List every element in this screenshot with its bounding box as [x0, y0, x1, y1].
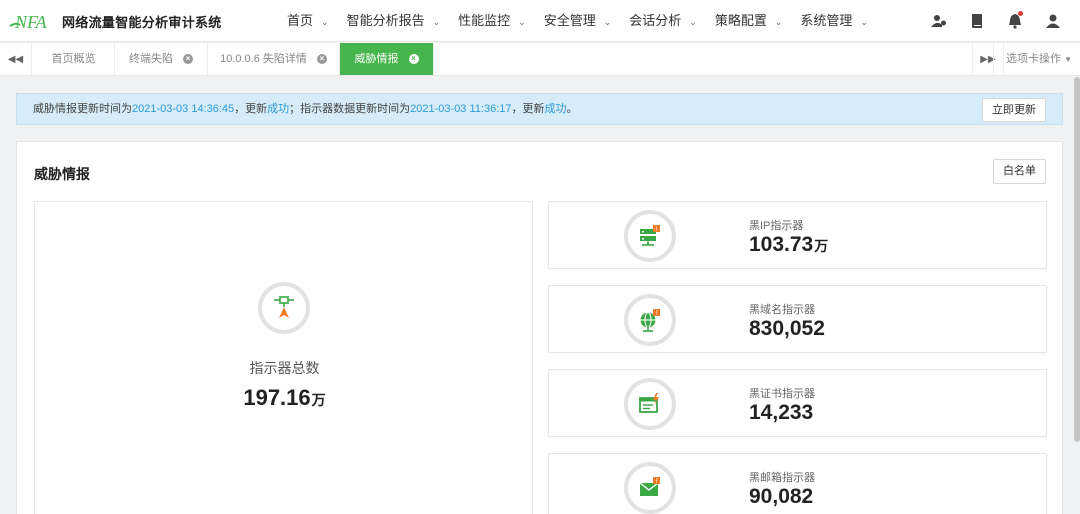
- chevron-down-icon: ⌄: [432, 17, 441, 27]
- server-icon: !: [624, 210, 676, 262]
- stat-number: 830,052: [749, 317, 825, 340]
- caret-down-icon: ▼: [1064, 55, 1072, 64]
- bell-icon[interactable]: [996, 0, 1034, 42]
- stat-value: 90,082: [749, 485, 814, 509]
- nav-label: 性能监控: [458, 13, 511, 28]
- stat-label: 黑证书指示器: [749, 388, 815, 400]
- book-icon[interactable]: [958, 0, 996, 42]
- chevron-down-icon: ⌄: [518, 17, 526, 27]
- nav-label: 首页: [287, 13, 314, 28]
- total-value: 197.16万: [35, 385, 534, 411]
- nfa-logo-icon: NFA: [9, 12, 48, 32]
- svg-text:NFA: NFA: [14, 12, 48, 32]
- close-icon[interactable]: ×: [183, 54, 193, 64]
- top-icons: [920, 0, 1072, 42]
- stat-unit: 万: [814, 238, 829, 254]
- banner-text: ，更新: [511, 103, 545, 115]
- tab-terminal-compromise[interactable]: 终端失陷 ×: [115, 43, 208, 75]
- total-label: 指示器总数: [249, 360, 320, 376]
- notification-dot: [1018, 11, 1023, 16]
- stat-label: 黑邮箱指示器: [749, 472, 815, 484]
- certificate-icon: [624, 378, 676, 430]
- tab-label: 终端失陷: [129, 53, 173, 65]
- top-navbar: NFA 网络流量智能分析审计系统 首页 ⌄ 智能分析报告 ⌄ 性能监控 ⌄ 安全管理 ⌄…: [0, 0, 1080, 42]
- stat-number: 103.73: [749, 233, 814, 256]
- banner-text: ，更新: [234, 103, 268, 115]
- close-icon[interactable]: ×: [316, 54, 327, 64]
- mail-icon: !: [624, 462, 676, 514]
- intel-update-status: 成功: [267, 103, 290, 115]
- tab-compromise-detail[interactable]: 10.0.0.6 失陷详情 ×: [208, 43, 340, 75]
- black-certificate-card[interactable]: 黑证书指示器 14,233: [548, 369, 1047, 437]
- user-cloud-icon[interactable]: [920, 0, 958, 42]
- stat-value: 830,052: [749, 317, 826, 341]
- user-icon[interactable]: [1034, 0, 1072, 42]
- nav-label: 策略配置: [714, 13, 767, 28]
- tab-label: 威胁情报: [354, 53, 399, 65]
- nav-smart-report[interactable]: 智能分析报告 ⌄: [338, 0, 450, 42]
- banner-text: 。: [566, 103, 578, 115]
- chevron-down-icon: ⌄: [860, 17, 868, 27]
- total-unit: 万: [311, 392, 326, 408]
- tab-operations-dropdown[interactable]: 选项卡操作 ▼: [993, 43, 1080, 75]
- chevron-down-icon: ⌄: [774, 17, 783, 27]
- nav-policy[interactable]: 策略配置 ⌄: [706, 0, 792, 42]
- tab-threat-intel[interactable]: 威胁情报 ×: [340, 43, 434, 75]
- nav-system[interactable]: 系统管理 ⌄: [791, 0, 877, 42]
- stat-label: 黑IP指示器: [749, 220, 804, 232]
- tab-ops-label: 选项卡操作: [1006, 53, 1062, 65]
- nav-security[interactable]: 安全管理 ⌄: [535, 0, 621, 42]
- indicator-update-time: 2021-03-03 11:36:17: [410, 103, 512, 115]
- nav-session[interactable]: 会话分析 ⌄: [620, 0, 706, 42]
- black-domain-card[interactable]: ! 黑域名指示器 830,052: [548, 285, 1047, 353]
- stat-number: 14,233: [749, 401, 814, 424]
- total-number: 197.16: [243, 385, 311, 410]
- black-ip-card[interactable]: ! 黑IP指示器 103.73万: [548, 201, 1047, 269]
- tab-label: 首页概览: [51, 53, 96, 65]
- logo[interactable]: NFA 网络流量智能分析审计系统: [8, 8, 222, 34]
- page-scrollbar[interactable]: [1074, 77, 1080, 442]
- nav-performance[interactable]: 性能监控 ⌄: [449, 0, 535, 42]
- chevron-down-icon: ⌄: [603, 17, 612, 27]
- nav-label: 会话分析: [629, 13, 682, 28]
- tab-bar: ◀◀ 首页概览 终端失陷 × 10.0.0.6 失陷详情 × 威胁情报 × ▶▶ 选项…: [0, 43, 1080, 76]
- indicator-icon: [258, 282, 310, 334]
- close-icon[interactable]: ×: [408, 54, 419, 64]
- tab-label: 10.0.0.6 失陷详情: [220, 53, 307, 65]
- nav-label: 智能分析报告: [346, 13, 425, 28]
- nav-home[interactable]: 首页 ⌄: [278, 0, 338, 42]
- whitelist-button[interactable]: 白名单: [993, 159, 1046, 184]
- threat-intel-panel: 威胁情报 白名单 指示器总数 197.16万 ! 黑IP指示器 103.73万 …: [16, 141, 1063, 514]
- black-mailbox-card[interactable]: ! 黑邮箱指示器 90,082: [548, 453, 1047, 514]
- intel-update-time: 2021-03-03 14:36:45: [132, 103, 235, 115]
- nav-label: 系统管理: [800, 13, 853, 28]
- stat-value: 14,233: [749, 401, 814, 425]
- chevron-down-icon: ⌄: [689, 17, 697, 27]
- app-title: 网络流量智能分析审计系统: [62, 14, 222, 30]
- stat-number: 90,082: [749, 485, 814, 508]
- globe-icon: !: [624, 294, 676, 346]
- total-indicators-card: 指示器总数 197.16万: [34, 201, 533, 514]
- chevron-down-icon: ⌄: [321, 17, 329, 27]
- main-nav: 首页 ⌄ 智能分析报告 ⌄ 性能监控 ⌄ 安全管理 ⌄ 会话分析 ⌄ 策略配置 ⌄ 系统管理…: [278, 0, 877, 42]
- panel-title: 威胁情报: [34, 166, 90, 182]
- tab-scroll-left-icon[interactable]: ◀◀: [0, 43, 32, 75]
- stat-value: 103.73万: [749, 233, 828, 257]
- update-now-button[interactable]: 立即更新: [982, 98, 1046, 122]
- indicator-update-status: 成功: [544, 103, 567, 115]
- stat-label: 黑域名指示器: [749, 304, 815, 316]
- banner-text: ；指示器数据更新时间为: [289, 103, 411, 115]
- tab-home-overview[interactable]: 首页概览: [33, 43, 115, 75]
- update-banner: 威胁情报更新时间为2021-03-03 14:36:45，更新成功；指示器数据更…: [16, 93, 1063, 125]
- nav-label: 安全管理: [543, 13, 596, 28]
- banner-text: 威胁情报更新时间为: [33, 103, 132, 115]
